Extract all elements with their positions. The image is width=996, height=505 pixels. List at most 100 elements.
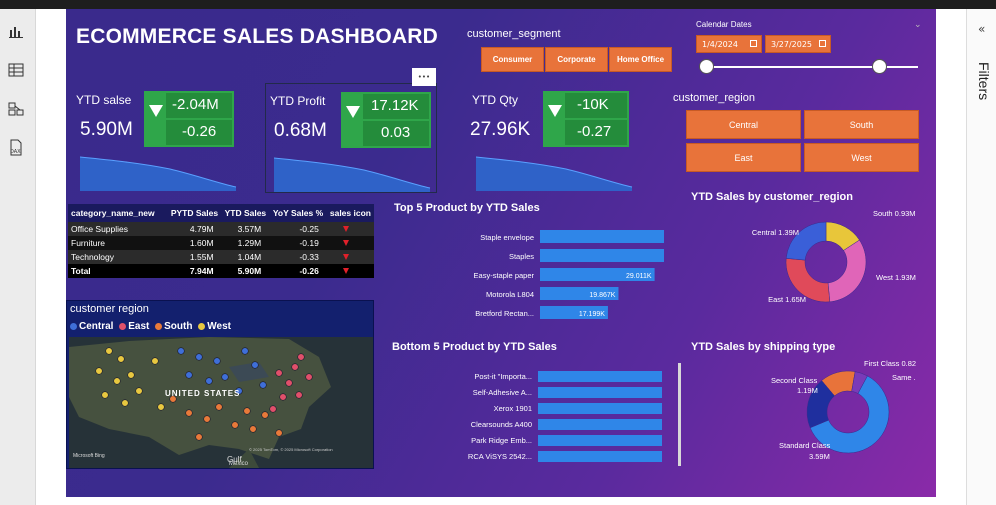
column-header[interactable]: YTD Sales bbox=[221, 204, 270, 222]
table-total-row[interactable]: Total 7.94M 5.90M -0.26 bbox=[68, 264, 374, 278]
table-row[interactable]: Technology 1.55M 1.04M -0.33 bbox=[68, 250, 374, 264]
kpi-card-profit[interactable]: YTD Profit 0.68M 17.12K 0.03 bbox=[265, 83, 437, 193]
map-point[interactable] bbox=[203, 415, 211, 423]
column-header[interactable]: sales icon bbox=[326, 204, 374, 222]
map-point[interactable] bbox=[195, 433, 203, 441]
segment-consumer-button[interactable]: Consumer bbox=[481, 47, 544, 72]
bar[interactable] bbox=[540, 249, 664, 262]
view-rail: DAX bbox=[0, 9, 36, 505]
kpi-card-qty[interactable]: YTD Qty 27.96K -10K -0.27 bbox=[466, 83, 666, 193]
customer-region-map[interactable]: customer region Central East South West … bbox=[66, 300, 374, 469]
dax-query-icon[interactable]: DAX bbox=[6, 138, 26, 158]
map-point[interactable] bbox=[135, 387, 143, 395]
top5-chart-title: Top 5 Product by YTD Sales bbox=[394, 202, 540, 214]
donut-slice[interactable] bbox=[827, 239, 867, 303]
map-point[interactable] bbox=[113, 377, 121, 385]
calendar-icon[interactable] bbox=[750, 40, 757, 47]
bar[interactable] bbox=[538, 451, 662, 462]
bar[interactable] bbox=[538, 419, 662, 430]
column-header[interactable]: PYTD Sales bbox=[167, 204, 222, 222]
donut-data-label: Standard Class bbox=[779, 441, 831, 450]
map-point[interactable] bbox=[95, 367, 103, 375]
table-row[interactable]: Furniture 1.60M 1.29M -0.19 bbox=[68, 236, 374, 250]
down-triangle-icon bbox=[343, 240, 350, 246]
collapse-chevron-icon[interactable]: « bbox=[978, 22, 985, 36]
calendar-icon[interactable] bbox=[819, 40, 826, 47]
kpi-value: 27.96K bbox=[470, 119, 531, 140]
map-point[interactable] bbox=[241, 347, 249, 355]
start-date-handle[interactable] bbox=[699, 59, 714, 74]
region-south-button[interactable]: South bbox=[804, 110, 919, 139]
donut-data-label: West 1.93M bbox=[876, 273, 916, 282]
map-point[interactable] bbox=[251, 361, 259, 369]
bar[interactable] bbox=[540, 230, 664, 243]
map-point[interactable] bbox=[213, 357, 221, 365]
map-point[interactable] bbox=[231, 421, 239, 429]
map-point[interactable] bbox=[157, 403, 165, 411]
map-point[interactable] bbox=[269, 405, 277, 413]
start-date-input[interactable]: 1/4/2024 bbox=[696, 35, 762, 53]
map-point[interactable] bbox=[259, 381, 267, 389]
bottom5-bar-chart[interactable]: Post-it "Importa...0.050KSelf-Adhesive A… bbox=[392, 366, 662, 466]
map-point[interactable] bbox=[127, 371, 135, 379]
map-surface[interactable]: UNITED STATES Gulf Microsoft Bing © 2025… bbox=[69, 337, 373, 468]
map-point[interactable] bbox=[121, 399, 129, 407]
map-point[interactable] bbox=[151, 357, 159, 365]
bar[interactable] bbox=[538, 387, 662, 398]
map-point[interactable] bbox=[297, 353, 305, 361]
top5-bar-chart[interactable]: Staple envelope46.586KStaples38.876KEasy… bbox=[394, 227, 664, 327]
map-point[interactable] bbox=[195, 353, 203, 361]
map-point[interactable] bbox=[243, 407, 251, 415]
map-point[interactable] bbox=[305, 373, 313, 381]
map-point[interactable] bbox=[185, 409, 193, 417]
column-header[interactable]: YoY Sales % bbox=[269, 204, 327, 222]
shipping-donut-chart[interactable]: First Class 0.82M Same ... 0.3M Standard C… bbox=[686, 356, 916, 466]
map-point[interactable] bbox=[279, 393, 287, 401]
map-point[interactable] bbox=[295, 391, 303, 399]
segment-home-office-button[interactable]: Home Office bbox=[609, 47, 672, 72]
map-point[interactable] bbox=[285, 379, 293, 387]
table-cell bbox=[326, 264, 374, 278]
table-row[interactable]: Office Supplies 4.79M 3.57M -0.25 bbox=[68, 222, 374, 236]
bar[interactable] bbox=[538, 371, 662, 382]
table-cell: Technology bbox=[68, 250, 168, 264]
map-point[interactable] bbox=[275, 429, 283, 437]
more-options-button[interactable]: ••• bbox=[412, 68, 436, 86]
bar[interactable] bbox=[538, 403, 662, 414]
chevron-down-icon[interactable]: ⌄ bbox=[914, 19, 922, 30]
category-sales-table[interactable]: category_name_new PYTD Sales YTD Sales Y… bbox=[68, 204, 374, 278]
report-view-icon[interactable] bbox=[6, 21, 26, 41]
model-view-icon[interactable] bbox=[6, 99, 26, 119]
map-point[interactable] bbox=[117, 355, 125, 363]
table-view-icon[interactable] bbox=[6, 60, 26, 80]
map-point[interactable] bbox=[275, 369, 283, 377]
map-point[interactable] bbox=[105, 347, 113, 355]
end-date-handle[interactable] bbox=[872, 59, 887, 74]
table-cell: 7.94M bbox=[167, 264, 222, 278]
down-triangle-icon bbox=[343, 254, 350, 260]
map-point[interactable] bbox=[261, 411, 269, 419]
map-point[interactable] bbox=[205, 377, 213, 385]
donut-data-label: 3.59M bbox=[809, 452, 830, 461]
bar-category-label: RCA ViSYS 2542... bbox=[468, 452, 532, 461]
region-west-button[interactable]: West bbox=[804, 143, 919, 172]
chart-scrollbar[interactable] bbox=[678, 363, 681, 466]
map-point[interactable] bbox=[185, 371, 193, 379]
kpi-card-sales[interactable]: YTD salse 5.90M -2.04M -0.26 bbox=[66, 83, 266, 193]
region-central-button[interactable]: Central bbox=[686, 110, 801, 139]
map-point[interactable] bbox=[101, 391, 109, 399]
column-header[interactable]: category_name_new bbox=[68, 204, 168, 222]
end-date-input[interactable]: 3/27/2025 bbox=[765, 35, 831, 53]
map-point[interactable] bbox=[177, 347, 185, 355]
map-point[interactable] bbox=[249, 425, 257, 433]
region-donut-chart[interactable]: South 0.93M West 1.93M East 1.65M Central 1… bbox=[686, 206, 916, 316]
map-point[interactable] bbox=[291, 363, 299, 371]
map-point[interactable] bbox=[215, 403, 223, 411]
map-point[interactable] bbox=[221, 373, 229, 381]
bar[interactable] bbox=[538, 435, 662, 446]
table-header-row: category_name_new PYTD Sales YTD Sales Y… bbox=[68, 204, 374, 222]
segment-corporate-button[interactable]: Corporate bbox=[545, 47, 608, 72]
region-east-button[interactable]: East bbox=[686, 143, 801, 172]
down-triangle-icon bbox=[343, 268, 350, 274]
filters-label[interactable]: Filters bbox=[976, 62, 992, 100]
